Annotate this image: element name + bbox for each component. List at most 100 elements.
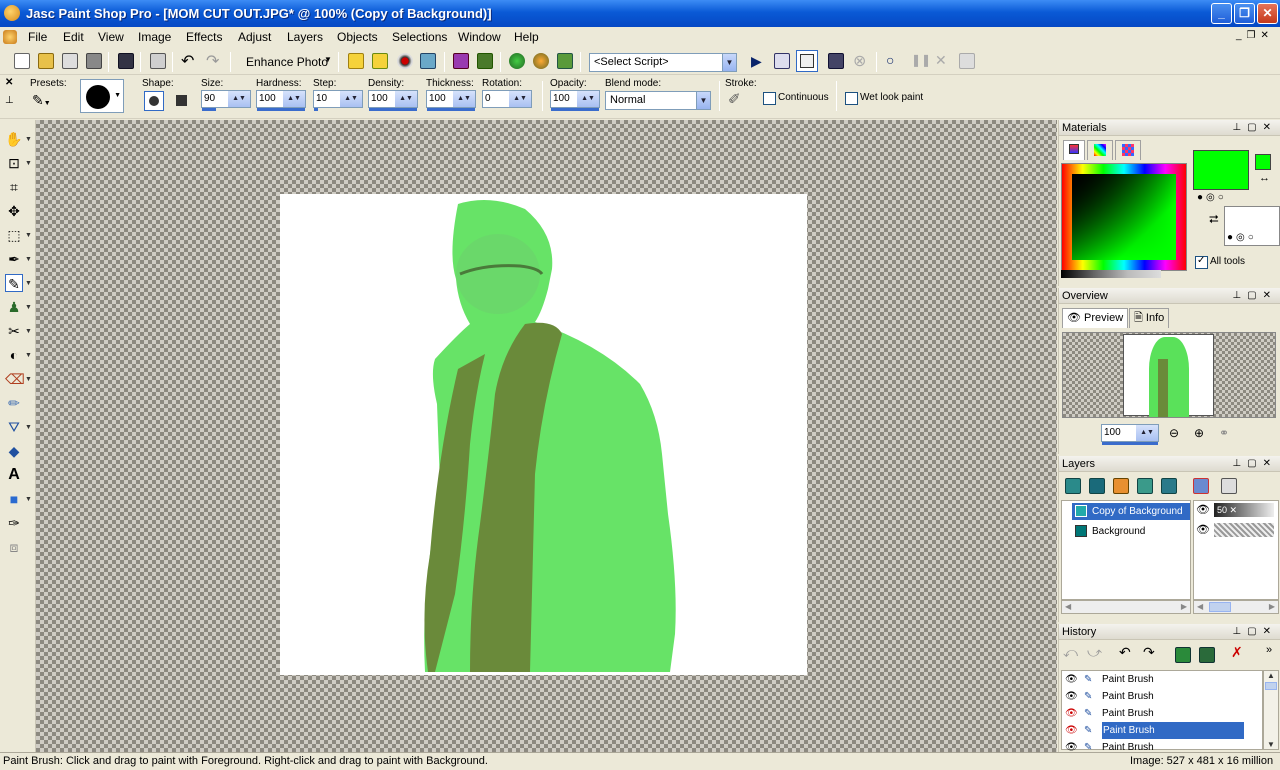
- list-item[interactable]: 👁 ✎ Paint Brush: [1062, 739, 1262, 751]
- zoom-out-icon[interactable]: ⊖: [1169, 426, 1179, 440]
- dodge-tool-icon[interactable]: ◐: [5, 346, 23, 364]
- density-input[interactable]: 100 ▲▼: [368, 90, 418, 111]
- swap-icon[interactable]: ↔: [1259, 172, 1270, 184]
- new-adjustment-icon[interactable]: [1161, 478, 1177, 494]
- undo-icon[interactable]: ↶: [181, 51, 194, 71]
- menu-effects[interactable]: Effects: [186, 30, 222, 44]
- copy-history-icon[interactable]: [1199, 647, 1215, 663]
- close-palette-icon[interactable]: ✕: [5, 77, 13, 88]
- eye-off-icon[interactable]: 👁: [1065, 705, 1078, 722]
- step-input[interactable]: 10 ▲▼: [313, 90, 363, 111]
- toggle-interactive-button[interactable]: [796, 50, 818, 72]
- delete-layer-icon[interactable]: [1193, 478, 1209, 494]
- one-step-fix-icon[interactable]: [348, 53, 364, 69]
- pin-icon[interactable]: ⊥: [5, 95, 14, 106]
- save-icon[interactable]: [118, 53, 134, 69]
- move-tool-icon[interactable]: ✥: [5, 202, 23, 220]
- shape-square-button[interactable]: [172, 91, 192, 111]
- run-script-icon[interactable]: ▶: [751, 53, 762, 70]
- edit-script-icon[interactable]: [774, 53, 790, 69]
- image-document[interactable]: [280, 194, 807, 675]
- zoom-more-icon[interactable]: ⚭: [1219, 426, 1229, 440]
- panel-controls[interactable]: ⊥▢✕: [1232, 288, 1277, 304]
- edit-selection-icon[interactable]: [1221, 478, 1237, 494]
- title-bar[interactable]: Jasc Paint Shop Pro - [MOM CUT OUT.JPG* …: [0, 0, 1280, 27]
- eraser-tool-icon[interactable]: ⌫: [5, 370, 25, 388]
- select-script-dropdown[interactable]: <Select Script> ▼: [589, 53, 737, 72]
- menu-objects[interactable]: Objects: [337, 30, 378, 44]
- layer-opacity-slider[interactable]: [1214, 523, 1274, 537]
- undo-history-icon[interactable]: ⤺: [1063, 644, 1078, 661]
- new-icon[interactable]: [14, 53, 30, 69]
- menu-selections[interactable]: Selections: [392, 30, 447, 44]
- enhance-photo-button[interactable]: Enhance Photo: [246, 55, 328, 69]
- layer-item-background[interactable]: Background: [1072, 523, 1190, 540]
- pan-tool-icon[interactable]: ✋: [5, 130, 23, 148]
- tab-frame-icon[interactable]: [1063, 140, 1085, 160]
- menu-adjust[interactable]: Adjust: [238, 30, 271, 44]
- cancel-recording-icon[interactable]: ✕: [935, 52, 947, 69]
- new-art-media-icon[interactable]: [1113, 478, 1129, 494]
- zoom-tool-icon[interactable]: ⊡: [5, 154, 23, 172]
- layer-list-scrollbar[interactable]: ◀ ▶: [1061, 600, 1191, 614]
- eye-icon[interactable]: 👁: [1065, 688, 1078, 705]
- fill-tool-icon[interactable]: ◆: [5, 442, 23, 460]
- clear-history-icon[interactable]: ✗: [1231, 644, 1243, 661]
- tab-rainbow-icon[interactable]: [1087, 140, 1113, 160]
- canvas-area[interactable]: [36, 120, 1057, 752]
- layer-palette-icon[interactable]: [453, 53, 469, 69]
- command-history-icon[interactable]: [1175, 647, 1191, 663]
- minimize-button[interactable]: _: [1211, 3, 1232, 24]
- new-mask-icon[interactable]: [1137, 478, 1153, 494]
- pause-recording-icon[interactable]: ❚❚: [911, 53, 931, 67]
- list-item[interactable]: 👁 ✎ Paint Brush: [1062, 688, 1262, 705]
- print-icon[interactable]: [150, 53, 166, 69]
- scan-icon[interactable]: [86, 53, 102, 69]
- wet-look-checkbox[interactable]: [845, 92, 858, 105]
- tab-preview[interactable]: 👁 Preview: [1062, 308, 1129, 328]
- layer-opacity-slider[interactable]: 50 ✕: [1214, 503, 1274, 517]
- history-scrollbar[interactable]: ▲ ▼: [1263, 670, 1279, 750]
- eye-icon[interactable]: 👁: [1065, 671, 1078, 688]
- one-step-noise-icon[interactable]: [372, 53, 388, 69]
- warp-tool-icon[interactable]: ⧈: [5, 538, 23, 556]
- zoom-in-icon[interactable]: ⊕: [1194, 426, 1204, 440]
- photo-icon[interactable]: [477, 53, 493, 69]
- visibility-eye-icon[interactable]: 👁: [1196, 523, 1210, 536]
- flood-fill-tool-icon[interactable]: ⛛: [5, 418, 23, 436]
- list-item[interactable]: 👁 ✎ Paint Brush: [1062, 671, 1262, 688]
- opacity-input[interactable]: 100 ▲▼: [550, 90, 600, 111]
- dropper-tool-icon[interactable]: ✒: [5, 250, 23, 268]
- enhance-photo-dropdown-icon[interactable]: ▼: [324, 55, 332, 64]
- text-tool-icon[interactable]: A: [5, 466, 23, 484]
- layer-item-copy-of-background[interactable]: Copy of Background: [1072, 503, 1190, 520]
- selection-tool-icon[interactable]: ⬚: [5, 226, 23, 244]
- foreground-swatch[interactable]: [1193, 150, 1249, 190]
- background-style-icons[interactable]: ●◎○: [1227, 232, 1257, 243]
- more-options-icon[interactable]: »: [1266, 644, 1272, 656]
- save-recording-icon[interactable]: [959, 53, 975, 69]
- layer-props-scrollbar[interactable]: ◀ ▶: [1193, 600, 1279, 614]
- continuous-checkbox[interactable]: [763, 92, 776, 105]
- brush-tip-preview[interactable]: ▼: [80, 79, 124, 113]
- tab-info[interactable]: 🗎 Info: [1129, 308, 1170, 328]
- cancel-script-icon[interactable]: ⊗: [853, 51, 866, 71]
- new-vector-layer-icon[interactable]: [1089, 478, 1105, 494]
- eye-icon[interactable]: 👁: [1065, 739, 1078, 751]
- hardness-input[interactable]: 100 ▲▼: [256, 90, 306, 111]
- menu-image[interactable]: Image: [138, 30, 171, 44]
- mixer-icon[interactable]: [533, 53, 549, 69]
- maximize-button[interactable]: ❐: [1234, 3, 1255, 24]
- close-button[interactable]: ✕: [1257, 3, 1278, 24]
- swap-colors-icon[interactable]: ⮂: [1209, 212, 1219, 227]
- panel-controls[interactable]: ⊥▢✕: [1232, 624, 1277, 640]
- tab-swatches-icon[interactable]: [1115, 140, 1141, 160]
- scratch-remover-tool-icon[interactable]: ✂: [5, 322, 23, 340]
- picture-tube-tool-icon[interactable]: ✏: [5, 394, 23, 412]
- eye-off-icon[interactable]: 👁: [1065, 722, 1078, 739]
- visibility-eye-icon[interactable]: 👁: [1196, 503, 1210, 516]
- panel-controls[interactable]: ⊥▢✕: [1232, 120, 1277, 136]
- menu-view[interactable]: View: [98, 30, 124, 44]
- foreground-style-icons[interactable]: ●◎○: [1197, 192, 1227, 203]
- undo-icon[interactable]: ↶: [1119, 644, 1131, 661]
